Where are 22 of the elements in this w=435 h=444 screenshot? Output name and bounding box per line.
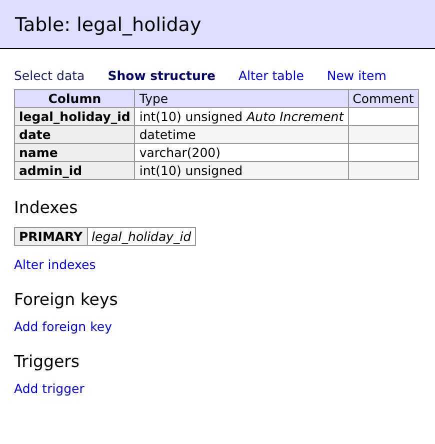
page-title: Table: legal_holiday (15, 14, 202, 36)
index-type-cell: PRIMARY (14, 228, 88, 246)
section-link[interactable]: Add foreign key (14, 319, 112, 334)
column-name-cell: name (14, 144, 135, 162)
nav-link[interactable]: Select data (14, 68, 85, 83)
section-heading: Foreign keys (14, 290, 119, 309)
type-cell: int(10) unsigned (134, 162, 348, 180)
column-name-cell: date (14, 126, 135, 144)
index-columns-cell: legal_holiday_id (87, 228, 196, 246)
section-link[interactable]: Add trigger (14, 381, 84, 396)
column-name-cell: admin_id (14, 162, 135, 180)
section-heading: Triggers (14, 352, 81, 371)
nav-link[interactable]: Show structure (108, 68, 216, 83)
column-header: Column (14, 90, 135, 108)
column-header: Comment (348, 90, 418, 108)
column-header: Type (134, 90, 348, 108)
nav-link[interactable]: Alter table (238, 68, 304, 83)
section-link[interactable]: Alter indexes (14, 257, 96, 272)
column-name-cell: legal_holiday_id (14, 108, 135, 126)
nav-link[interactable]: New item (326, 68, 386, 83)
section-heading: Indexes (14, 198, 79, 217)
comment-cell (348, 162, 418, 180)
